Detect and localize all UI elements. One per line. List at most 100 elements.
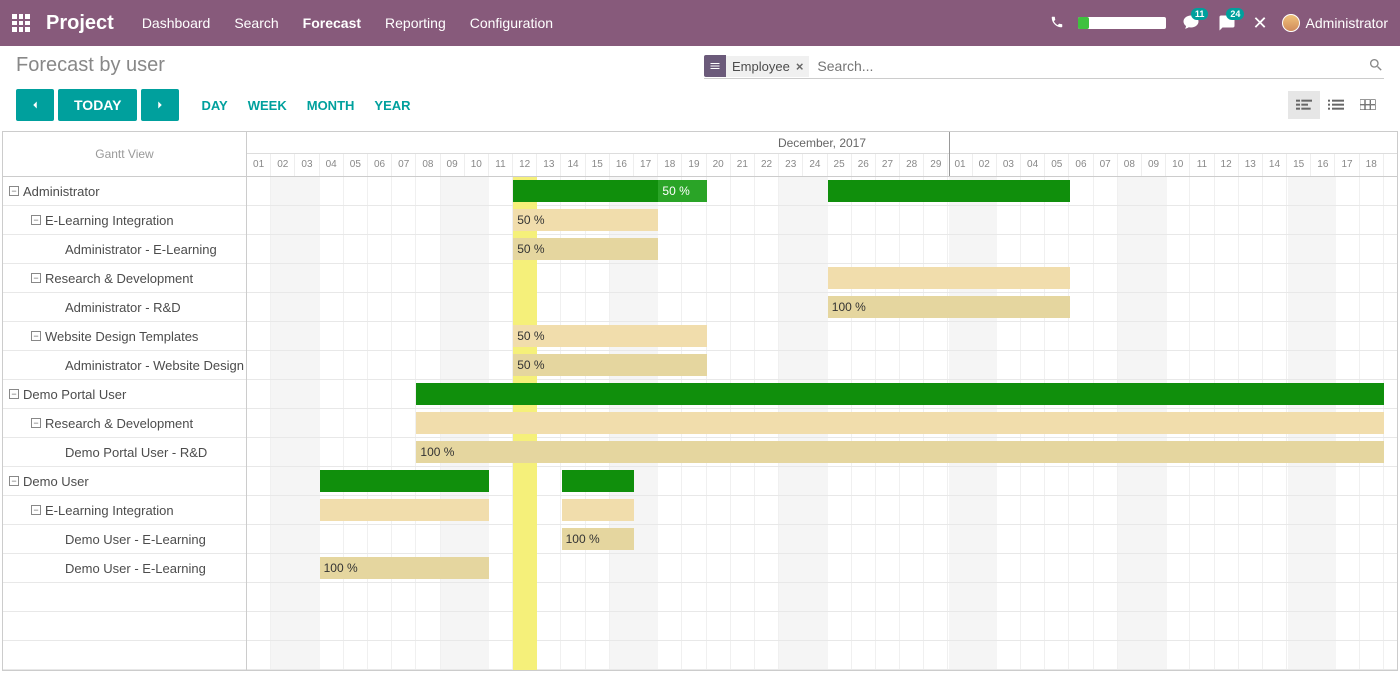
brand[interactable]: Project — [46, 12, 114, 35]
gantt-row-label[interactable]: Demo User - E-Learning — [3, 554, 246, 583]
collapse-icon[interactable]: − — [31, 215, 41, 225]
gantt-row-label[interactable]: −Demo User — [3, 467, 246, 496]
view-grid[interactable] — [1352, 91, 1384, 119]
gantt-row-label[interactable]: Administrator - Website Design — [3, 351, 246, 380]
gantt-row-label[interactable] — [3, 641, 246, 670]
gantt-bar[interactable]: 100 % — [828, 296, 1070, 318]
search-button[interactable] — [1368, 57, 1384, 76]
gantt-bar[interactable]: 50 % — [513, 238, 658, 260]
timeline-row[interactable] — [247, 467, 1397, 496]
timeline-row[interactable] — [247, 583, 1397, 612]
scale-year[interactable]: YEAR — [374, 98, 410, 113]
gantt-row-label[interactable] — [3, 612, 246, 641]
timeline-row[interactable]: 50 % — [247, 206, 1397, 235]
gantt-bar[interactable]: 100 % — [416, 441, 1384, 463]
gantt-bar[interactable] — [416, 383, 1384, 405]
gantt-bar[interactable]: 50 % — [513, 209, 658, 231]
day-cell: 11 — [1190, 154, 1214, 176]
gantt-bar[interactable]: 50 % — [513, 354, 707, 376]
gantt-bar[interactable] — [562, 470, 635, 492]
nav-search[interactable]: Search — [234, 15, 278, 31]
gantt-row-label[interactable]: −Website Design Templates — [3, 322, 246, 351]
user-menu[interactable]: Administrator — [1282, 14, 1388, 32]
timeline-row[interactable]: 50 % — [247, 177, 1397, 206]
scale-week[interactable]: WEEK — [248, 98, 287, 113]
timeline-row[interactable]: 100 % — [247, 554, 1397, 583]
search-facet-icon[interactable] — [704, 55, 726, 77]
nav-configuration[interactable]: Configuration — [470, 15, 553, 31]
gantt-row-label[interactable]: −Research & Development — [3, 264, 246, 293]
timeline-row[interactable] — [247, 409, 1397, 438]
timeline-row[interactable] — [247, 380, 1397, 409]
gantt-row-label[interactable]: Demo Portal User - R&D — [3, 438, 246, 467]
collapse-icon[interactable]: − — [31, 418, 41, 428]
timeline-row[interactable]: 100 % — [247, 438, 1397, 467]
gantt-row-label[interactable]: Administrator - R&D — [3, 293, 246, 322]
toolbar: TODAY DAY WEEK MONTH YEAR — [0, 83, 1400, 131]
gantt-bar[interactable]: 100 % — [320, 557, 489, 579]
view-gantt[interactable] — [1288, 91, 1320, 119]
nav-dashboard[interactable]: Dashboard — [142, 15, 211, 31]
day-cell: 16 — [1311, 154, 1335, 176]
timeline-row[interactable] — [247, 496, 1397, 525]
gantt-bar[interactable] — [562, 499, 635, 521]
day-cell: 09 — [1142, 154, 1166, 176]
timeline-row[interactable]: 100 % — [247, 525, 1397, 554]
view-list[interactable] — [1320, 91, 1352, 119]
gantt-bar[interactable] — [828, 180, 1070, 202]
gantt-bar[interactable] — [320, 470, 489, 492]
apps-icon[interactable] — [12, 14, 30, 32]
timeline-row[interactable] — [247, 612, 1397, 641]
gantt-bar[interactable]: 50 % — [658, 180, 706, 202]
timeline-row[interactable]: 50 % — [247, 322, 1397, 351]
search-input[interactable] — [809, 54, 1368, 78]
gantt-bar[interactable]: 50 % — [513, 325, 707, 347]
prev-button[interactable] — [16, 89, 54, 121]
gantt-row-label[interactable]: Administrator - E-Learning — [3, 235, 246, 264]
timeline-row[interactable]: 50 % — [247, 351, 1397, 380]
gantt-row-label[interactable] — [3, 583, 246, 612]
scale-day[interactable]: DAY — [201, 98, 227, 113]
gantt-row-label[interactable]: −Demo Portal User — [3, 380, 246, 409]
collapse-icon[interactable]: − — [9, 389, 19, 399]
timeline-row[interactable] — [247, 264, 1397, 293]
phone-icon[interactable] — [1050, 15, 1064, 32]
close-icon[interactable]: ✕ — [1252, 13, 1267, 34]
next-button[interactable] — [141, 89, 179, 121]
today-button[interactable]: TODAY — [58, 89, 137, 121]
collapse-icon[interactable]: − — [9, 186, 19, 196]
gantt-row-label[interactable]: Demo User - E-Learning — [3, 525, 246, 554]
nav-forecast[interactable]: Forecast — [303, 15, 361, 31]
chat-icon[interactable]: 24 — [1216, 12, 1238, 34]
day-cell: 04 — [1021, 154, 1045, 176]
search-facet[interactable]: Employee× — [726, 56, 809, 77]
timeline-row[interactable] — [247, 641, 1397, 670]
collapse-icon[interactable]: − — [31, 505, 41, 515]
progress-bar[interactable] — [1078, 17, 1166, 29]
nav-reporting[interactable]: Reporting — [385, 15, 446, 31]
gantt-bar[interactable]: 100 % — [562, 528, 635, 550]
messages-count: 11 — [1191, 8, 1209, 20]
timeline-row[interactable]: 50 % — [247, 235, 1397, 264]
gantt-bar[interactable] — [513, 180, 658, 202]
gantt-rows-right[interactable]: 50 %50 %50 %100 %50 %50 %100 %100 %100 % — [247, 177, 1397, 670]
gantt-month: December, 2017 — [247, 132, 1397, 154]
day-cell: 20 — [707, 154, 731, 176]
collapse-icon[interactable]: − — [9, 476, 19, 486]
gantt-row-label[interactable]: −E-Learning Integration — [3, 496, 246, 525]
gantt-row-label[interactable]: −Research & Development — [3, 409, 246, 438]
gantt-row-label[interactable]: −Administrator — [3, 177, 246, 206]
day-cell: 13 — [537, 154, 561, 176]
scale-month[interactable]: MONTH — [307, 98, 355, 113]
gantt-bar[interactable] — [416, 412, 1384, 434]
day-cell: 09 — [441, 154, 465, 176]
gantt-bar[interactable] — [320, 499, 489, 521]
messages-icon[interactable]: 11 — [1180, 12, 1202, 34]
collapse-icon[interactable]: − — [31, 331, 41, 341]
gantt-row-label[interactable]: −E-Learning Integration — [3, 206, 246, 235]
gantt-bar[interactable] — [828, 267, 1070, 289]
timeline-row[interactable]: 100 % — [247, 293, 1397, 322]
day-cell: 06 — [1069, 154, 1093, 176]
facet-remove-icon[interactable]: × — [796, 59, 804, 74]
collapse-icon[interactable]: − — [31, 273, 41, 283]
